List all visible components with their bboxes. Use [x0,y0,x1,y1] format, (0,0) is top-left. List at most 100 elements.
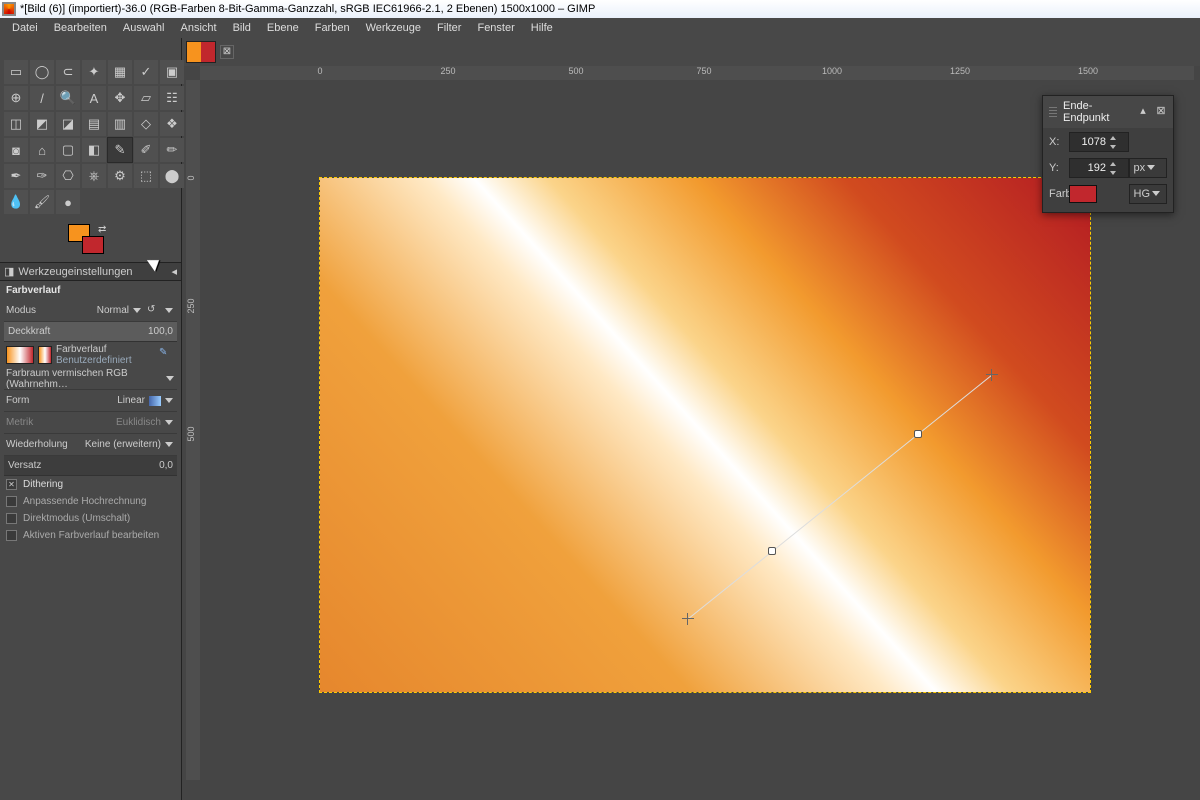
tool-1[interactable]: ◯ [30,60,54,84]
tool-3[interactable]: ✦ [82,60,106,84]
mode-reset-icon[interactable]: ↺ [147,304,161,318]
tool-11[interactable]: ✥ [108,86,132,110]
menu-hilfe[interactable]: Hilfe [523,20,561,36]
tool-31[interactable]: ⎈ [82,164,106,188]
tool-27[interactable]: ✏ [160,138,184,162]
tool-4[interactable]: ▦ [108,60,132,84]
gradient-reverse-icon[interactable] [38,346,52,364]
repeat-label: Wiederholung [6,439,68,450]
tool-30[interactable]: ⎔ [56,164,80,188]
gradient-label: Farbverlauf [56,344,155,355]
background-color-swatch[interactable] [82,236,104,254]
metric-dropdown[interactable]: Euklidisch [116,417,175,428]
tool-14[interactable]: ◫ [4,112,28,136]
endpoint-color-swatch[interactable] [1069,185,1097,203]
edit-active-checkbox[interactable]: Aktiven Farbverlauf bearbeiten [4,527,177,544]
menu-ebene[interactable]: Ebene [259,20,307,36]
tool-7[interactable]: ⊕ [4,86,28,110]
menu-auswahl[interactable]: Auswahl [115,20,173,36]
panel-menu-icon[interactable]: ◂ [171,265,177,278]
gradient-start-handle[interactable] [682,613,694,625]
colorspace-label: Farbraum vermischen RGB (Wahrnehm… [6,368,166,390]
spin-down-icon[interactable] [1108,168,1118,177]
spin-up-icon[interactable] [1108,133,1118,142]
endpoint-color-source-dropdown[interactable]: HG [1129,184,1168,204]
swap-colors-icon[interactable]: ⇄ [98,224,108,234]
tool-28[interactable]: ✒ [4,164,28,188]
menu-ansicht[interactable]: Ansicht [172,20,224,36]
endpoint-y-input[interactable] [1069,158,1129,178]
instant-mode-checkbox[interactable]: Direktmodus (Umschalt) [4,510,177,527]
endpoint-x-input[interactable] [1069,132,1129,152]
tool-24[interactable]: ◧ [82,138,106,162]
endpoint-x-field[interactable] [1070,136,1108,148]
menu-bearbeiten[interactable]: Bearbeiten [46,20,115,36]
menu-fenster[interactable]: Fenster [469,20,522,36]
repeat-dropdown[interactable]: Keine (erweitern) [85,439,175,450]
menu-farben[interactable]: Farben [307,20,358,36]
mode-dropdown[interactable]: Normal ↺ [97,304,175,318]
tool-12[interactable]: ▱ [134,86,158,110]
menu-werkzeuge[interactable]: Werkzeuge [358,20,429,36]
shape-dropdown[interactable]: Linear [117,395,175,406]
tool-20[interactable]: ❖ [160,112,184,136]
spin-down-icon[interactable] [1108,142,1118,151]
gradient-midpoint-handle[interactable] [768,547,776,555]
tool-5[interactable]: ✓ [134,60,158,84]
chevron-down-icon [1152,189,1162,199]
tool-22[interactable]: ⌂ [30,138,54,162]
colorspace-row[interactable]: Farbraum vermischen RGB (Wahrnehm… [4,368,177,390]
tool-9[interactable]: 🔍 [56,86,80,110]
tool-34[interactable]: ⬤ [160,164,184,188]
unit-dropdown[interactable]: px [1129,158,1168,178]
supersample-checkbox[interactable]: Anpassende Hochrechnung [4,493,177,510]
offset-slider[interactable]: Versatz 0,0 [4,456,177,476]
tool-17[interactable]: ▤ [82,112,106,136]
endpoint-y-field[interactable] [1070,162,1108,174]
ruler-v-label: 500 [186,426,196,441]
tool-26[interactable]: ✐ [134,138,158,162]
tool-35[interactable]: 💧 [4,190,28,214]
tool-6[interactable]: ▣ [160,60,184,84]
endpoint-x-label: X: [1049,136,1069,148]
panel-collapse-icon[interactable]: ▴ [1137,106,1149,118]
tool-2[interactable]: ⊂ [56,60,80,84]
tool-19[interactable]: ◇ [134,112,158,136]
tool-13[interactable]: ☷ [160,86,184,110]
offset-label: Versatz [8,460,41,471]
tool-32[interactable]: ⚙ [108,164,132,188]
tool-33[interactable]: ⬚ [134,164,158,188]
app-icon [2,2,16,16]
document-tab[interactable] [186,41,216,63]
dithering-checkbox[interactable]: Dithering [4,476,177,493]
menu-filter[interactable]: Filter [429,20,469,36]
chevron-down-icon [165,396,175,406]
tool-10[interactable]: A [82,86,106,110]
tool-23[interactable]: ▢ [56,138,80,162]
menu-bild[interactable]: Bild [225,20,259,36]
image-canvas[interactable] [320,178,1090,692]
tool-15[interactable]: ◩ [30,112,54,136]
tool-37[interactable]: ● [56,190,80,214]
tool-29[interactable]: ✑ [30,164,54,188]
spin-up-icon[interactable] [1108,159,1118,168]
menu-bar: DateiBearbeitenAuswahlAnsichtBildEbeneFa… [0,18,1200,38]
tool-21[interactable]: ◙ [4,138,28,162]
panel-grip-icon[interactable] [1049,107,1057,117]
tool-18[interactable]: ▥ [108,112,132,136]
gradient-stop-handle[interactable] [914,430,922,438]
panel-close-icon[interactable]: ⊠ [1155,106,1167,118]
gradient-end-handle[interactable] [986,369,998,381]
tab-close-button[interactable]: ⊠ [220,45,234,59]
chevron-down-icon [1147,163,1157,173]
tool-16[interactable]: ◪ [56,112,80,136]
tool-8[interactable]: / [30,86,54,110]
gradient-edit-icon[interactable]: ✎ [159,347,175,363]
gradient-preview[interactable] [6,346,34,364]
menu-datei[interactable]: Datei [4,20,46,36]
tool-0[interactable]: ▭ [4,60,28,84]
tool-36[interactable]: 🖌 [30,190,54,214]
tool-25[interactable]: ✎ [108,138,132,162]
ruler-h-label: 1000 [822,66,842,76]
opacity-slider[interactable]: Deckkraft 100,0 [4,322,177,342]
